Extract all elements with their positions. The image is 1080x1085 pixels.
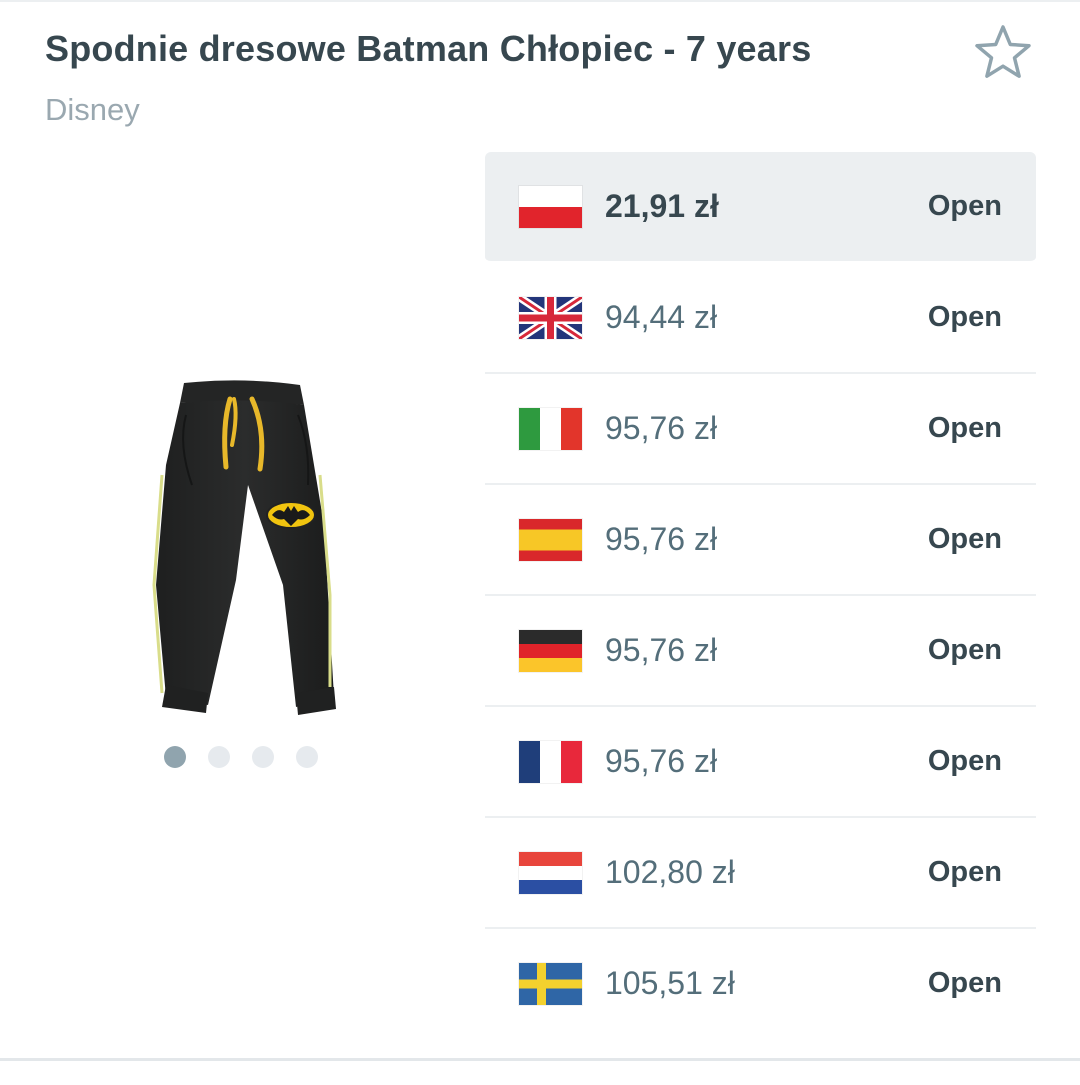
open-offer-button[interactable]: Open bbox=[928, 745, 1002, 778]
offer-row-nl[interactable]: 102,80 zł Open bbox=[485, 818, 1036, 929]
offer-price: 95,76 zł bbox=[605, 743, 718, 779]
offer-row-es[interactable]: 95,76 zł Open bbox=[485, 485, 1036, 596]
offer-price: 95,76 zł bbox=[605, 521, 718, 557]
product-image[interactable] bbox=[148, 375, 338, 720]
offer-row-de[interactable]: 95,76 zł Open bbox=[485, 596, 1036, 707]
bottom-divider bbox=[0, 1058, 1080, 1061]
open-offer-button[interactable]: Open bbox=[928, 856, 1002, 889]
flag-italy-icon bbox=[519, 408, 582, 450]
offer-price: 94,44 zł bbox=[605, 299, 718, 335]
offer-row-fr[interactable]: 95,76 zł Open bbox=[485, 707, 1036, 818]
price-offer-list: 21,91 zł Open 94,44 zł Open 95,76 zł Ope… bbox=[485, 152, 1036, 1038]
offer-price: 21,91 zł bbox=[605, 188, 719, 224]
top-edge-divider bbox=[0, 0, 1080, 2]
product-brand: Disney bbox=[45, 92, 140, 127]
open-offer-button[interactable]: Open bbox=[928, 301, 1002, 334]
offer-row-pl[interactable]: 21,91 zł Open bbox=[485, 152, 1036, 263]
open-offer-button[interactable]: Open bbox=[928, 412, 1002, 445]
offer-row-it[interactable]: 95,76 zł Open bbox=[485, 374, 1036, 485]
open-offer-button[interactable]: Open bbox=[928, 967, 1002, 1000]
star-outline-icon bbox=[975, 25, 1031, 78]
offer-price: 102,80 zł bbox=[605, 854, 735, 890]
open-offer-button[interactable]: Open bbox=[928, 190, 1002, 223]
carousel-dot-1[interactable] bbox=[164, 746, 186, 768]
offer-price: 95,76 zł bbox=[605, 410, 718, 446]
carousel-dot-4[interactable] bbox=[296, 746, 318, 768]
carousel-dot-3[interactable] bbox=[252, 746, 274, 768]
offer-price: 105,51 zł bbox=[605, 965, 735, 1001]
flag-sweden-icon bbox=[519, 963, 582, 1005]
flag-germany-icon bbox=[519, 630, 582, 672]
carousel-dot-2[interactable] bbox=[208, 746, 230, 768]
favorite-button[interactable] bbox=[972, 22, 1034, 82]
open-offer-button[interactable]: Open bbox=[928, 634, 1002, 667]
offer-price: 95,76 zł bbox=[605, 632, 718, 668]
flag-poland-icon bbox=[519, 186, 582, 228]
product-title: Spodnie dresowe Batman Chłopiec - 7 year… bbox=[45, 28, 812, 69]
offer-row-uk[interactable]: 94,44 zł Open bbox=[485, 263, 1036, 374]
flag-netherlands-icon bbox=[519, 852, 582, 894]
batman-pants-image bbox=[152, 380, 336, 715]
image-carousel-dots bbox=[164, 746, 318, 770]
open-offer-button[interactable]: Open bbox=[928, 523, 1002, 556]
flag-spain-icon bbox=[519, 519, 582, 561]
flag-uk-icon bbox=[519, 297, 582, 339]
offer-row-se[interactable]: 105,51 zł Open bbox=[485, 929, 1036, 1038]
flag-france-icon bbox=[519, 741, 582, 783]
